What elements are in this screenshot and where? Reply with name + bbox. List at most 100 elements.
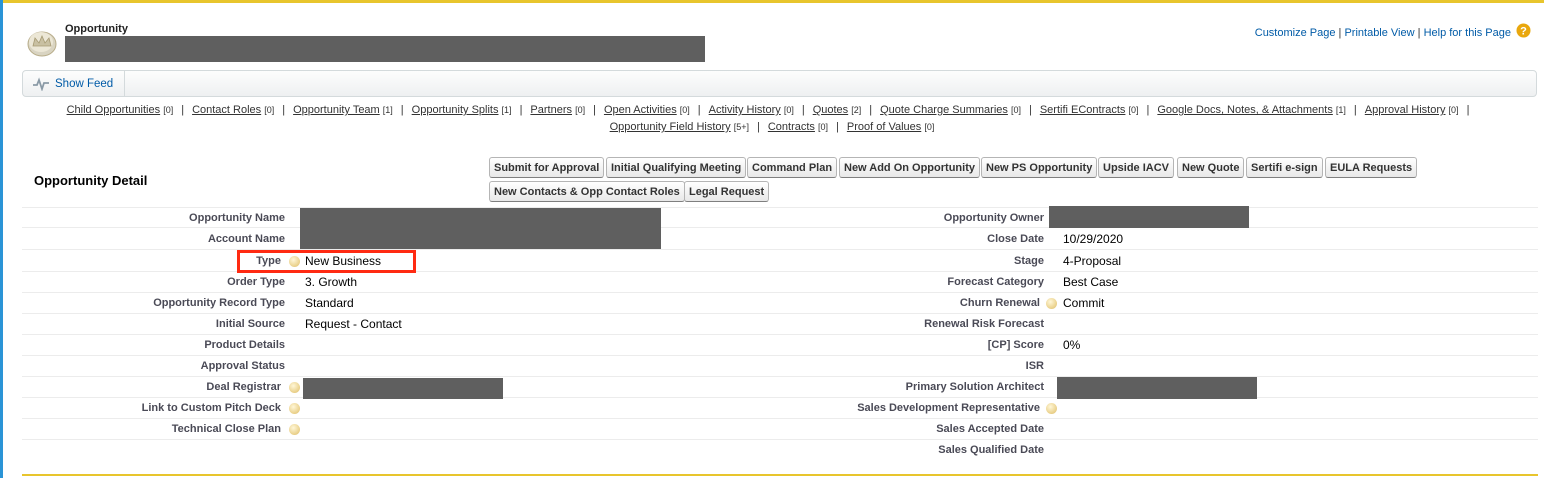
related-list-link[interactable]: Partners [530,104,572,116]
related-list-link[interactable]: Quotes [813,104,848,116]
help-hint-icon[interactable] [1046,298,1057,309]
link-separator: | [697,104,701,116]
new-quote-button[interactable]: New Quote [1177,157,1245,178]
help-hint-icon[interactable] [289,403,300,414]
link-separator: | [1417,27,1421,39]
link-separator: | [593,104,596,116]
detail-row: Opportunity Name Opportunity Owner [22,207,1538,228]
detail-section-title: Opportunity Detail [34,173,148,188]
help-hint-icon[interactable] [289,424,300,435]
new-add-on-opportunity-button[interactable]: New Add On Opportunity [839,157,980,178]
top-accent-border [0,0,1544,3]
link-separator: | [1466,104,1470,116]
related-list-link[interactable]: Opportunity Splits [412,104,499,116]
help-page-link[interactable]: Help for this Page [1424,27,1511,39]
page-links: Customize Page | Printable View | Help f… [1255,27,1511,39]
new-ps-opportunity-button[interactable]: New PS Opportunity [981,157,1098,178]
deal-registrar-redacted [303,378,503,399]
field-label: Deal Registrar [206,381,281,393]
link-separator: | [801,104,805,116]
stage-value: 4-Proposal [1063,254,1122,268]
object-type-label: Opportunity [65,23,128,35]
opportunity-crown-icon [27,31,57,57]
related-list-links-row-1: Child Opportunities [0] | Contact Roles [0… [0,104,1544,116]
initial-source-value: Request - Contact [305,317,402,331]
field-label: Sales Accepted Date [936,423,1044,435]
related-list-link[interactable]: Sertifi EContracts [1040,104,1126,116]
detail-row: Initial Source Request - Contact Renewal… [22,314,1538,335]
command-plan-button[interactable]: Command Plan [747,157,838,178]
field-label: Approval Status [200,360,285,372]
show-feed-label: Show Feed [55,77,114,90]
new-contacts-roles-button[interactable]: New Contacts & Opp Contact Roles [489,181,685,202]
field-label: Renewal Risk Forecast [924,318,1044,330]
eula-requests-button[interactable]: EULA Requests [1325,157,1418,178]
field-label: ISR [1025,360,1044,372]
related-list-count: [0] [264,105,275,115]
related-list-link[interactable]: Activity History [709,104,781,116]
related-list-link[interactable]: Opportunity Field History [610,121,731,133]
help-hint-icon[interactable] [289,382,300,393]
detail-row: Account Name Close Date 10/29/2020 [22,229,1538,250]
field-label: Stage [1014,255,1044,267]
field-label: Order Type [227,276,285,288]
related-list-count: [0] [679,105,690,115]
link-separator: | [282,104,286,116]
field-label: Opportunity Owner [943,212,1044,224]
field-label: Account Name [207,233,285,245]
order-type-value: 3. Growth [305,275,358,289]
type-field-highlight [237,250,416,273]
related-list-count: [1] [501,105,512,115]
field-label: Primary Solution Architect [905,381,1044,393]
upside-iacv-button[interactable]: Upside IACV [1098,157,1175,178]
related-list-link[interactable]: Quote Charge Summaries [880,104,1008,116]
link-separator: | [1338,27,1342,39]
related-list-count: [2] [851,105,862,115]
submit-for-approval-button[interactable]: Submit for Approval [489,157,605,178]
help-icon[interactable]: ? [1516,23,1531,38]
record-name-redacted [65,36,705,62]
detail-row: Sales Qualified Date [22,440,1538,461]
printable-view-link[interactable]: Printable View [1344,27,1414,39]
related-list-count: [0] [1448,105,1459,115]
related-list-count: [5+] [733,122,749,132]
related-list-count: [0] [818,122,829,132]
detail-row: Technical Close Plan Sales Accepted Date [22,419,1538,440]
field-label: Close Date [987,233,1044,245]
related-list-link[interactable]: Open Activities [604,104,677,116]
related-list-link[interactable]: Proof of Values [847,121,921,133]
link-separator: | [181,104,185,116]
related-list-count: [0] [924,122,935,132]
customize-page-link[interactable]: Customize Page [1255,27,1336,39]
opportunity-owner-redacted [1049,206,1249,228]
detail-row: Link to Custom Pitch Deck Sales Developm… [22,398,1538,419]
feed-toolbar: Show Feed [22,70,1537,97]
field-label: Technical Close Plan [171,423,281,435]
show-feed-button[interactable]: Show Feed [23,71,125,96]
related-list-link[interactable]: Opportunity Team [293,104,380,116]
solution-architect-redacted [1057,377,1257,399]
legal-request-button[interactable]: Legal Request [684,181,770,202]
field-label: Product Details [204,339,285,351]
cp-score-value: 0% [1063,338,1081,352]
field-label: Churn Renewal [959,297,1040,309]
related-list-link[interactable]: Child Opportunities [67,104,161,116]
link-separator: | [1028,104,1032,116]
help-hint-icon[interactable] [1046,403,1057,414]
detail-row: Deal Registrar Primary Solution Architec… [22,377,1538,398]
related-list-count: [0] [575,105,586,115]
bottom-accent-border [22,474,1538,476]
link-separator: | [757,121,760,133]
field-label: Sales Qualified Date [938,444,1044,456]
related-list-link[interactable]: Contracts [768,121,815,133]
initial-qualifying-meeting-button[interactable]: Initial Qualifying Meeting [606,157,747,178]
related-list-link[interactable]: Approval History [1365,104,1446,116]
related-list-count: [1] [1335,105,1346,115]
related-list-count: [0] [163,105,174,115]
related-list-count: [0] [1128,105,1139,115]
field-label: Initial Source [215,318,285,330]
related-list-link[interactable]: Contact Roles [192,104,261,116]
related-list-link[interactable]: Google Docs, Notes, & Attachments [1157,104,1332,116]
sertifi-esign-button[interactable]: Sertifi e-sign [1246,157,1323,178]
opportunity-name-redacted [300,208,661,249]
